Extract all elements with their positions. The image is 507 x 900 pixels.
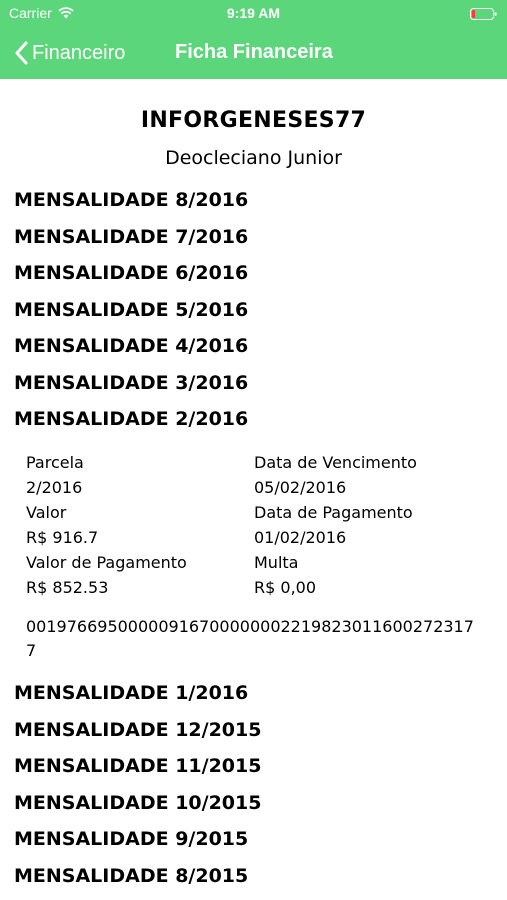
vencimento-label: Data de Vencimento <box>254 453 417 472</box>
company-name: INFORGENESES77 <box>140 108 367 133</box>
installment-row-1-2016[interactable]: MENSALIDADE 1/2016 <box>14 682 248 704</box>
back-label: Financeiro <box>32 41 126 64</box>
installment-row-3-2016[interactable]: MENSALIDADE 3/2016 <box>14 372 248 394</box>
installment-row-8-2015[interactable]: MENSALIDADE 8/2015 <box>14 865 248 887</box>
valor-pagamento-label: Valor de Pagamento <box>26 553 187 572</box>
pagamento-value: 01/02/2016 <box>254 528 347 547</box>
barcode-number: 0019766950000091670000000221982301160027… <box>26 617 474 660</box>
battery-icon <box>470 7 497 20</box>
header: Carrier 9:19 AM Financeiro Ficha Finance… <box>0 0 507 79</box>
installment-row-6-2016[interactable]: MENSALIDADE 6/2016 <box>14 262 248 284</box>
installment-detail: Parcela Data de Vencimento 2/2016 05/02/… <box>26 450 496 600</box>
multa-label: Multa <box>254 553 299 572</box>
installment-row-2-2016[interactable]: MENSALIDADE 2/2016 <box>14 408 248 430</box>
valor-value: R$ 916.7 <box>26 528 99 547</box>
installment-row-11-2015[interactable]: MENSALIDADE 11/2015 <box>14 755 261 777</box>
installment-row-4-2016[interactable]: MENSALIDADE 4/2016 <box>14 335 248 357</box>
chevron-left-icon <box>14 41 28 65</box>
installment-row-8-2016[interactable]: MENSALIDADE 8/2016 <box>14 189 248 211</box>
valor-pagamento-value: R$ 852.53 <box>26 578 109 597</box>
user-name: Deocleciano Junior <box>165 147 342 169</box>
installment-row-12-2015[interactable]: MENSALIDADE 12/2015 <box>14 719 261 741</box>
installment-row-10-2015[interactable]: MENSALIDADE 10/2015 <box>14 792 261 814</box>
parcela-value: 2/2016 <box>26 478 83 497</box>
pagamento-label: Data de Pagamento <box>254 503 413 522</box>
installment-row-5-2016[interactable]: MENSALIDADE 5/2016 <box>14 299 248 321</box>
nav-bar: Financeiro Ficha Financeira <box>0 28 507 79</box>
status-bar: Carrier 9:19 AM <box>0 0 507 28</box>
page-title: Ficha Financeira <box>175 41 333 63</box>
back-button[interactable]: Financeiro <box>14 39 125 67</box>
valor-label: Valor <box>26 503 67 522</box>
multa-value: R$ 0,00 <box>254 578 317 597</box>
installment-row-7-2016[interactable]: MENSALIDADE 7/2016 <box>14 226 248 248</box>
parcela-label: Parcela <box>26 453 84 472</box>
status-time: 9:19 AM <box>226 5 281 21</box>
installment-row-9-2015[interactable]: MENSALIDADE 9/2015 <box>14 828 248 850</box>
vencimento-value: 05/02/2016 <box>254 478 347 497</box>
